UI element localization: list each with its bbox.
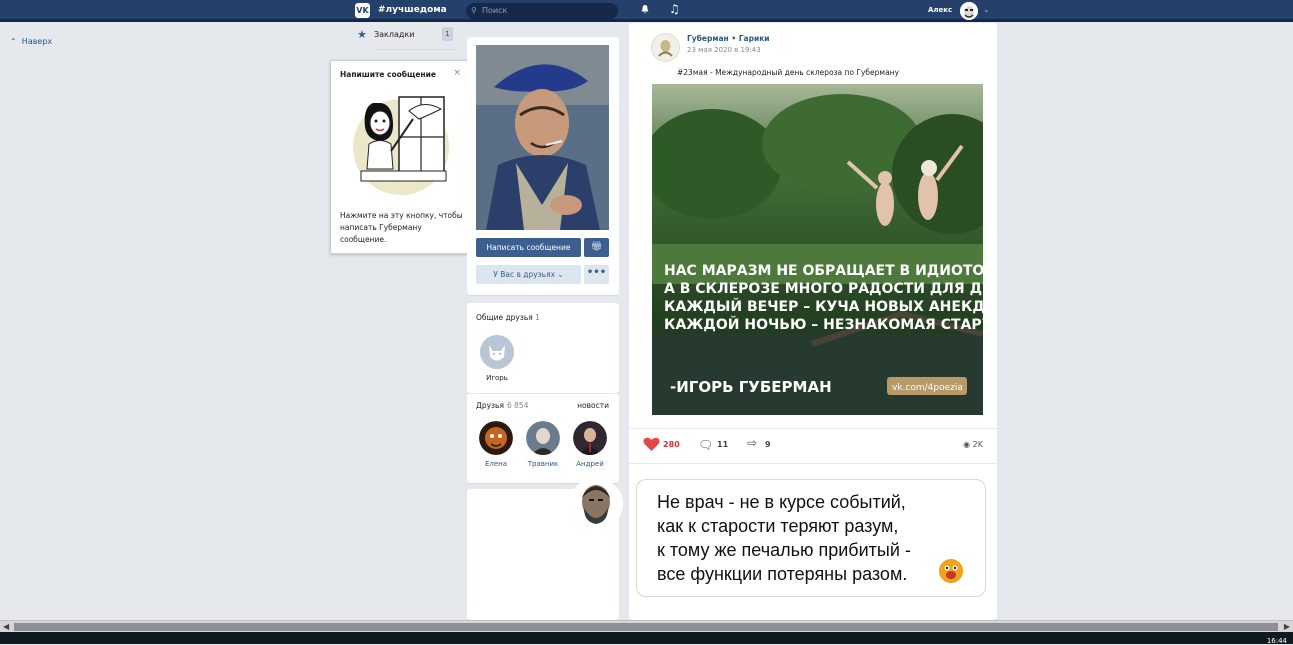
comments-count[interactable]: 11 [717, 440, 728, 449]
post-author[interactable]: Губерман • Гарики [687, 34, 770, 43]
vk-logo[interactable]: VK [355, 3, 370, 18]
mutual-friends-title[interactable]: Общие друзья [476, 313, 533, 322]
mutual-friends-block: Общие друзья 1 Игорь [467, 303, 619, 393]
search-placeholder: Поиск [482, 6, 508, 15]
comment-icon[interactable]: 🗨︎ [698, 438, 713, 452]
scroll-left-icon[interactable]: ◀ [3, 622, 9, 631]
like-heart-icon[interactable] [643, 437, 660, 452]
divider [374, 49, 456, 50]
tooltip-line: Нажмите на эту кнопку, чтобы [340, 211, 463, 220]
tooltip-text: Нажмите на эту кнопку, чтобы написать Гу… [340, 210, 465, 246]
friend-avatar[interactable] [526, 421, 560, 455]
image-quote-line: НАС МАРАЗМ НЕ ОБРАЩАЕТ В ИДИОТОВ, [664, 263, 983, 279]
poem-line: Не врач - не в курсе событий, [657, 492, 906, 512]
search-input[interactable]: ⚲ Поиск [466, 3, 618, 19]
os-taskbar: 16:44 [0, 632, 1293, 645]
bell-icon[interactable] [640, 4, 650, 14]
close-icon[interactable]: × [453, 68, 461, 78]
share-icon[interactable]: ⇨ [747, 436, 757, 450]
tooltip-title: Напишите сообщение [340, 70, 436, 79]
profile-card: Написать сообщение 🎁︎ У Вас в друзьях ⌄ … [467, 37, 619, 295]
divider [629, 428, 997, 429]
friends-news-link[interactable]: новости [577, 401, 609, 410]
music-icon[interactable]: ♫ [669, 2, 680, 16]
chevron-down-icon[interactable]: ⌄ [983, 5, 990, 14]
scroll-right-icon[interactable]: ▶ [1284, 622, 1290, 631]
search-icon: ⚲ [471, 6, 477, 15]
friends-count: 6 854 [507, 401, 529, 410]
comment-bubble: Не врач - не в курсе событий, как к стар… [636, 479, 986, 597]
image-quote-line: КАЖДЫЙ ВЕЧЕР – КУЧА НОВЫХ АНЕКДОТОВ, [664, 298, 983, 315]
poem-line: к тому же печалью прибитый - [657, 540, 911, 560]
friend-name[interactable]: Елена [474, 460, 518, 468]
friend-avatar[interactable] [573, 421, 607, 455]
image-quote-line: А В СКЛЕРОЗЕ МНОГО РАДОСТИ ДЛЯ ДУХА: [664, 281, 983, 297]
post-image[interactable]: НАС МАРАЗМ НЕ ОБРАЩАЕТ В ИДИОТОВ, А В СК… [652, 84, 983, 415]
friends-block: Друзья 6 854 новости Елена Травник Андре… [467, 393, 619, 483]
back-to-top-link[interactable]: ⌃ Наверх [10, 37, 52, 46]
shares-count[interactable]: 9 [765, 440, 771, 449]
divider [467, 393, 619, 394]
friend-name[interactable]: Андрей [568, 460, 612, 468]
eye-icon: ◉ [963, 440, 971, 449]
star-icon: ★ [357, 28, 367, 41]
tooltip-line: написать Губерману [340, 223, 422, 232]
friend-name[interactable]: Травник [521, 460, 565, 468]
views-counter: ◉ 2K [963, 440, 983, 449]
woman-with-dove-illustration [353, 96, 449, 195]
poem-line: все функции потеряны разом. [657, 564, 908, 584]
image-quote-line: КАЖДОЙ НОЧЬЮ – НЕЗНАКОМАЯ СТАРУХА. [664, 316, 983, 333]
image-watermark: vk.com/4poezia [892, 383, 963, 393]
post-date[interactable]: 23 мая 2020 в 19:43 [687, 46, 761, 54]
friendship-status-button[interactable]: У Вас в друзьях ⌄ [476, 265, 581, 284]
post-text: #23мая - Международный день склероза по … [677, 68, 900, 77]
mutual-friends-count: 1 [535, 313, 540, 322]
friend-name[interactable]: Игорь [477, 374, 517, 382]
back-to-top-label: Наверх [21, 37, 53, 46]
commenter-avatar [569, 478, 623, 530]
brand-title[interactable]: #лучшедома [378, 5, 447, 15]
friends-title[interactable]: Друзья [476, 401, 504, 410]
friend-avatar[interactable] [479, 421, 513, 455]
laughing-emoji-icon [939, 559, 963, 583]
sidebar-item-label: Закладки [374, 30, 415, 39]
poem-line: как к старости теряют разум, [657, 516, 899, 536]
views-count: 2K [972, 440, 983, 449]
tooltip-line: сообщение. [340, 235, 387, 244]
user-avatar[interactable] [960, 2, 978, 20]
message-tooltip: Напишите сообщение × Нажмите на эту кноп… [330, 60, 478, 254]
gift-button[interactable]: 🎁︎ [584, 238, 609, 257]
likes-count[interactable]: 280 [663, 440, 680, 449]
friend-avatar-dog-icon[interactable] [480, 335, 514, 369]
top-bar: VK #лучшедома ⚲ Поиск ♫ Алекс ⌄ [0, 0, 1293, 22]
image-quote-author: -ИГОРЬ ГУБЕРМАН [670, 378, 832, 396]
chevron-up-icon: ⌃ [10, 37, 17, 46]
bookmarks-count-badge: 1 [442, 27, 453, 41]
user-name[interactable]: Алекс [928, 6, 952, 14]
send-message-button[interactable]: Написать сообщение [476, 238, 581, 257]
more-actions-button[interactable]: ••• [584, 265, 609, 284]
post-author-avatar[interactable] [651, 33, 680, 62]
profile-photo[interactable] [476, 45, 609, 230]
gift-icon: 🎁︎ [590, 242, 603, 252]
divider [629, 463, 997, 464]
scrollbar-thumb[interactable] [14, 623, 1278, 631]
